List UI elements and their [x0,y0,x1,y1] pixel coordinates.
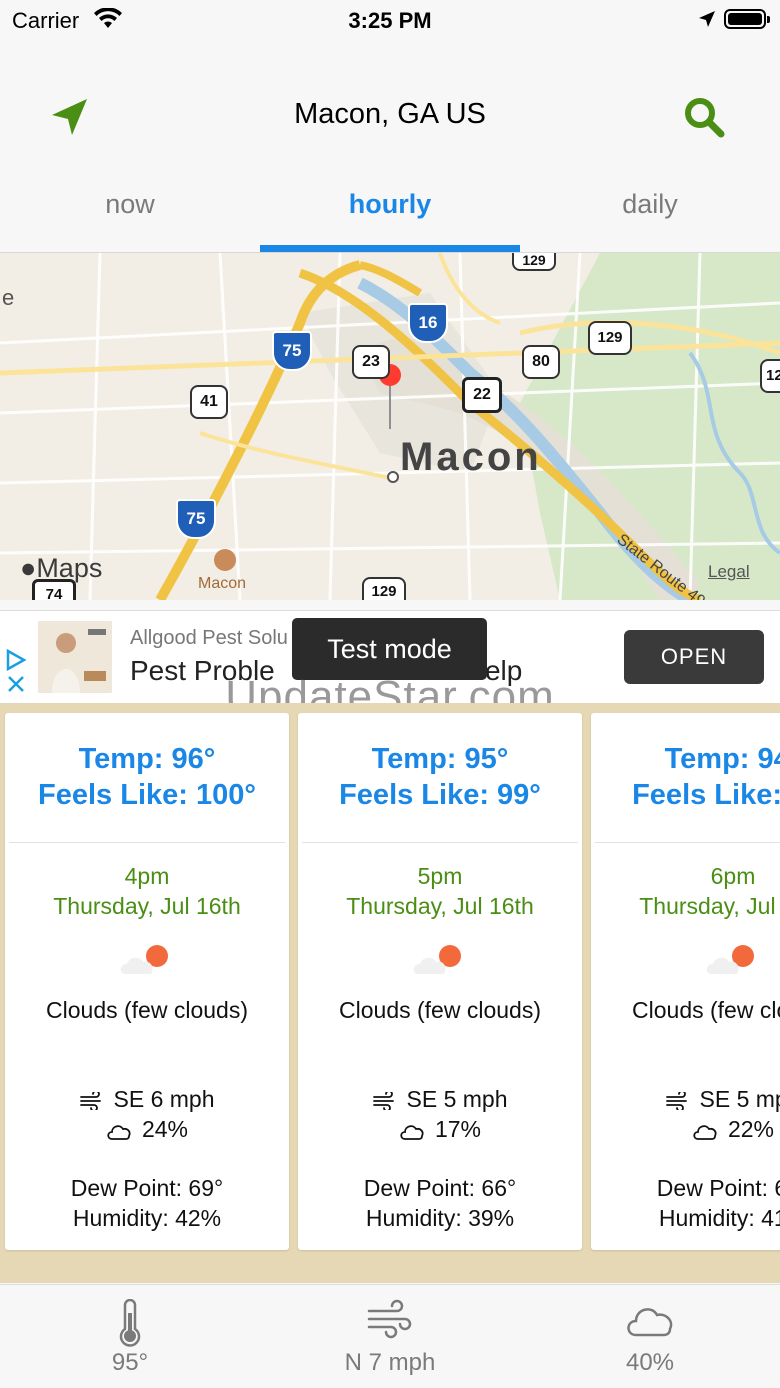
card-dew-point: Dew Point: 64° [656,1175,780,1201]
wind-icon [372,1089,397,1116]
thermometer-icon [0,1298,260,1352]
card-description: Clouds (few clouds) [339,997,541,1023]
map-city-label: Macon [400,435,542,479]
card-cloud-cover: 22% [591,1116,780,1146]
current-conditions-bar: 95° N 7 mph 40% [0,1284,780,1388]
cloud-icon [106,1119,132,1146]
card-feels-like: Feels Like: 99° [339,779,541,811]
current-temperature[interactable]: 95° [0,1285,260,1388]
cloud-icon [692,1119,718,1146]
card-description: Clouds (few clouds) [46,997,248,1023]
card-divider [595,842,780,843]
app-header: Macon, GA US [0,40,780,190]
state-route-shield: 22 [462,377,502,413]
card-description: Clouds (few clouds) [632,997,780,1023]
hourly-card[interactable]: Temp: 94° Feels Like: 99° 6pm Thursday, … [591,713,780,1250]
tab-daily[interactable]: daily [520,189,780,220]
interstate-shield: 16 [408,303,448,343]
card-wind: SE 5 mph [298,1086,582,1116]
card-temp: Temp: 95° [371,743,509,775]
interstate-shield: 75 [272,331,312,371]
location-arrow-icon [698,10,716,33]
few-clouds-icon [703,940,763,985]
map-edge-label: e [2,285,15,310]
search-button[interactable] [682,95,726,139]
few-clouds-icon [410,940,470,985]
hourly-card[interactable]: Temp: 96° Feels Like: 100° 4pm Thursday,… [5,713,289,1250]
clock: 3:25 PM [348,8,432,33]
map-background [0,253,780,600]
card-cloud-cover: 24% [5,1116,289,1146]
card-feels-like: Feels Like: 100° [38,779,256,811]
ad-advertiser: Allgood Pest Solu [130,627,288,649]
current-wind-label: N 7 mph [344,1349,436,1376]
current-cloud-cover[interactable]: 40% [520,1285,780,1388]
route-shield: 23 [352,345,390,379]
location-title: Macon, GA US [294,98,486,130]
battery-icon [724,9,770,29]
card-temp: Temp: 96° [78,743,216,775]
card-wind: SE 6 mph [5,1086,289,1116]
wind-icon [260,1299,520,1344]
tab-now[interactable]: now [0,189,260,220]
map-legal-link[interactable]: Legal [708,562,750,582]
test-mode-badge: Test mode [292,618,487,680]
tab-hourly[interactable]: hourly [260,189,520,220]
card-humidity: Humidity: 41% [658,1205,780,1231]
card-divider [302,842,578,843]
card-time: 5pm [417,863,463,889]
card-feels-like: Feels Like: 99° [632,779,780,811]
route-shield: 129 [512,253,556,271]
card-date: Thursday, Jul 16th [346,893,534,919]
cloud-icon [520,1299,780,1344]
card-cloud-cover: 17% [298,1116,582,1146]
route-shield: 41 [190,385,228,419]
card-time: 4pm [124,863,170,889]
tab-bar: now hourly daily [0,175,780,253]
cloud-icon [399,1119,425,1146]
route-shield: 129 [362,577,406,600]
map-poi-label: Macon [198,575,247,592]
apple-icon: ● [20,553,37,583]
card-dew-point: Dew Point: 69° [70,1175,224,1201]
card-date: Thursday, Jul 16th [639,893,780,919]
route-shield: 129 [588,321,632,355]
interstate-shield: 75 [176,499,216,539]
card-temp: Temp: 94° [664,743,780,775]
hourly-card[interactable]: Temp: 95° Feels Like: 99° 5pm Thursday, … [298,713,582,1250]
active-tab-indicator [260,245,520,252]
card-dew-point: Dew Point: 66° [363,1175,517,1201]
card-date: Thursday, Jul 16th [53,893,241,919]
card-time: 6pm [710,863,756,889]
route-shield: 80 [522,345,560,379]
wind-icon [665,1089,690,1116]
route-shield: 12 [760,359,780,393]
card-humidity: Humidity: 39% [365,1205,515,1231]
search-icon [685,98,725,138]
current-cloud-cover-label: 40% [625,1349,675,1376]
apple-maps-logo: ●Maps [20,553,103,583]
map-view[interactable]: 75 16 23 80 129 22 41 75 129 74 129 12 M… [0,253,780,600]
current-wind[interactable]: N 7 mph [260,1285,520,1388]
status-bar: Carrier 3:25 PM [0,0,780,40]
hourly-forecast-carousel[interactable]: Temp: 96° Feels Like: 100° 4pm Thursday,… [0,703,780,1283]
map-poi-icon [214,549,236,571]
current-temperature-label: 95° [111,1349,149,1376]
wind-icon [79,1089,104,1116]
card-wind: SE 5 mph [591,1086,780,1116]
card-divider [9,842,285,843]
card-humidity: Humidity: 42% [72,1205,222,1231]
few-clouds-icon [117,940,177,985]
